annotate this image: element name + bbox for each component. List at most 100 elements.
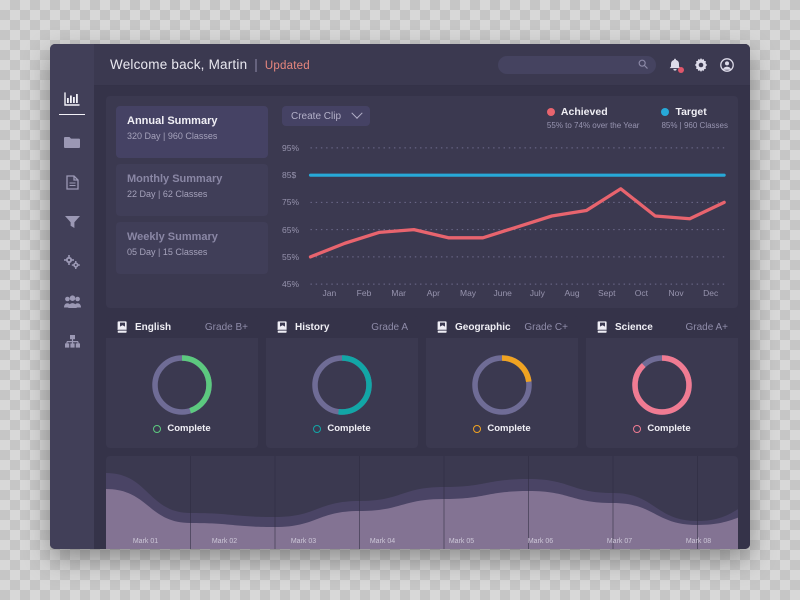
create-clip-dropdown[interactable]: Create Clip <box>282 106 371 126</box>
app-header: Welcome back, Martin | Updated <box>94 44 750 86</box>
sidebar-item-hierarchy[interactable] <box>59 329 85 355</box>
subject-progress: Complete <box>426 338 578 448</box>
chart-x-tick: Jan <box>322 288 337 298</box>
donut-chart <box>629 352 695 418</box>
chart-x-tick: July <box>529 288 545 298</box>
sidebar-item-users[interactable] <box>59 289 85 315</box>
chevron-down-icon <box>351 107 363 119</box>
legend-dot <box>546 108 555 116</box>
settings-gear-icon <box>694 57 708 72</box>
complete-legend: Complete <box>633 423 691 434</box>
summary-card-sub: 320 Day | 960 Classes <box>127 131 218 141</box>
create-clip-label: Create Clip <box>291 110 342 122</box>
subject-card-header: History Grade A <box>266 316 418 338</box>
chart-legend: Achieved 55% to 74% over the Year Target… <box>546 106 728 130</box>
users-group-icon <box>63 295 81 309</box>
sidebar-item-analytics[interactable] <box>59 86 85 115</box>
subject-grade: Grade A+ <box>685 321 728 333</box>
legend-label: Achieved <box>560 106 608 118</box>
summary-card-monthly[interactable]: Monthly Summary 22 Day | 62 Classes <box>116 164 268 216</box>
subject-grade: Grade B+ <box>204 321 248 333</box>
subject-grade: Grade A <box>371 321 408 333</box>
line-chart-container: Create Clip Achieved 55% to 74% over the… <box>268 106 728 298</box>
mark-label-row: Mark 01 Mark 02 Mark 03 Mark 04 Mark 05 Mark … <box>106 538 738 545</box>
page-title: Welcome back, Martin | Updated <box>110 57 310 72</box>
legend-sub: 85% | 960 Classes <box>661 121 728 130</box>
status-ring-icon <box>473 424 482 433</box>
donut-chart <box>469 352 535 418</box>
sidebar <box>50 44 94 549</box>
mark-label: Mark 02 <box>211 538 238 545</box>
complete-legend: Complete <box>313 423 371 434</box>
mark-label: Mark 07 <box>606 538 633 545</box>
dashboard-window: Welcome back, Martin | Updated Annual Su… <box>50 44 750 549</box>
legend-label: Target <box>675 106 707 118</box>
chart-y-tick: 95% <box>282 142 300 153</box>
status-ring-icon <box>313 424 322 433</box>
mark-label: Mark 03 <box>290 538 317 545</box>
marks-area-chart: Mark 01 Mark 02 Mark 03 Mark 04 Mark 05 Mark … <box>106 456 738 549</box>
bar-chart-icon <box>64 92 80 106</box>
subject-card-science[interactable]: Science Grade A+ Complete <box>586 316 738 448</box>
chart-x-tick: Nov <box>668 288 684 298</box>
annual-summary-panel: Annual Summary 320 Day | 960 Classes Mon… <box>106 96 738 308</box>
chart-x-tick: Sept <box>597 288 616 298</box>
org-chart-icon <box>64 335 80 349</box>
subject-card-header: Geographic Grade C+ <box>426 316 578 338</box>
sidebar-item-files[interactable] <box>59 129 85 155</box>
legend-sub: 55% to 74% over the Year <box>546 121 640 130</box>
dashboard-body: Annual Summary 320 Day | 960 Classes Mon… <box>94 86 750 549</box>
summary-card-title: Annual Summary <box>127 115 218 127</box>
welcome-text: Welcome back, Martin <box>110 57 248 72</box>
chart-x-tick: Dec <box>703 288 719 298</box>
subject-card-history[interactable]: History Grade A Complete <box>266 316 418 448</box>
summary-card-sub: 05 Day | 15 Classes <box>127 247 208 257</box>
book-icon <box>436 321 449 333</box>
chart-x-tick: May <box>459 288 477 298</box>
donut-chart <box>149 352 215 418</box>
complete-label: Complete <box>647 423 691 434</box>
sidebar-item-filter[interactable] <box>59 209 85 235</box>
search-box[interactable] <box>498 55 656 74</box>
settings-button[interactable] <box>693 57 708 72</box>
notifications-button[interactable] <box>667 57 684 73</box>
search-icon <box>638 56 648 74</box>
mark-label: Mark 05 <box>448 538 475 545</box>
subject-card-header: Science Grade A+ <box>586 316 738 338</box>
notification-badge <box>678 67 684 73</box>
subject-card-english[interactable]: English Grade B+ Complete <box>106 316 258 448</box>
complete-legend: Complete <box>153 423 211 434</box>
title-separator: | <box>254 57 258 72</box>
chart-x-tick: Feb <box>356 288 372 298</box>
status-ring-icon <box>633 424 642 433</box>
profile-button[interactable] <box>719 57 734 72</box>
subject-progress: Complete <box>586 338 738 448</box>
chart-y-tick: 75% <box>282 197 300 208</box>
sidebar-item-settings[interactable] <box>59 249 85 275</box>
sidebar-item-documents[interactable] <box>59 169 85 195</box>
status-ring-icon <box>153 424 162 433</box>
line-chart-plot: 95% 85$ 75% 65% 55% 45% <box>282 142 728 290</box>
search-input[interactable] <box>506 58 638 71</box>
chart-y-tick: 45% <box>282 279 300 290</box>
chart-y-tick: 85$ <box>282 170 297 181</box>
summary-card-annual[interactable]: Annual Summary 320 Day | 960 Classes <box>116 106 268 158</box>
legend-dot <box>661 108 670 116</box>
summary-card-weekly[interactable]: Weekly Summary 05 Day | 15 Classes <box>116 222 268 274</box>
chart-y-tick: 65% <box>282 224 300 235</box>
chart-y-tick: 55% <box>282 251 300 262</box>
summary-card-list: Annual Summary 320 Day | 960 Classes Mon… <box>116 106 268 298</box>
donut-chart <box>309 352 375 418</box>
subject-name: History <box>295 321 330 333</box>
chart-x-axis: Jan Feb Mar Apr May June July Aug Sept Oct Nov Dec <box>282 288 728 298</box>
mark-label: Mark 01 <box>132 538 159 545</box>
folder-icon <box>64 136 80 149</box>
book-icon <box>276 321 289 333</box>
subject-card-geographic[interactable]: Geographic Grade C+ Complete <box>426 316 578 448</box>
legend-item-achieved: Achieved 55% to 74% over the Year <box>546 106 640 130</box>
complete-legend: Complete <box>473 423 531 434</box>
chart-x-tick: June <box>493 288 512 298</box>
chart-x-tick: Mar <box>391 288 406 298</box>
subject-name: English <box>135 321 172 333</box>
book-icon <box>116 321 129 333</box>
